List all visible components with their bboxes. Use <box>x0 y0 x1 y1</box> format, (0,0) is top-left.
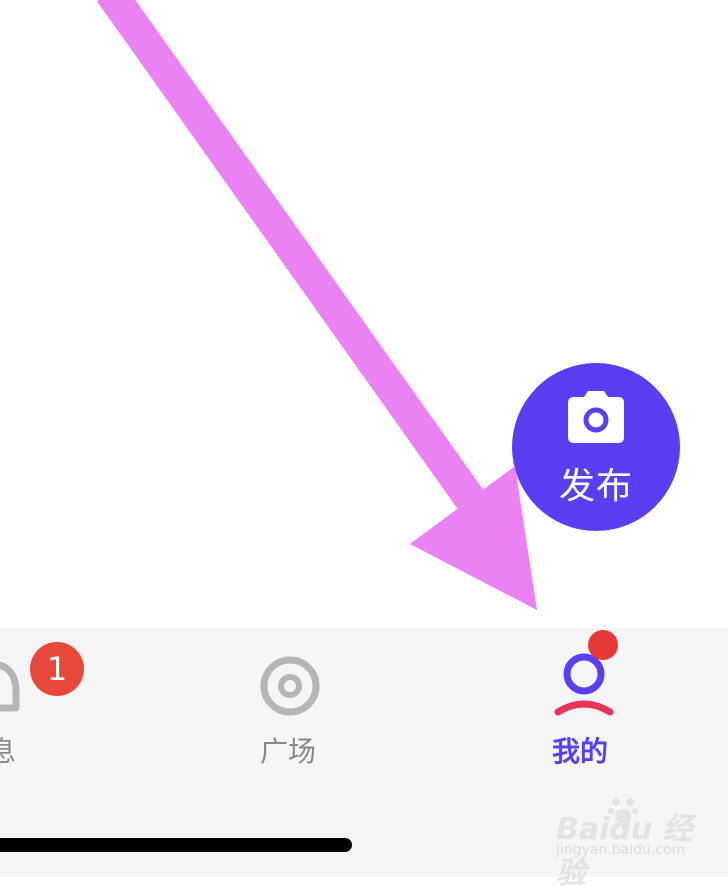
tab-messages[interactable]: 1 息 <box>0 628 100 778</box>
publish-label: 发布 <box>558 466 633 507</box>
notification-dot <box>588 630 618 660</box>
tab-mine[interactable]: 我的 <box>540 628 630 778</box>
tab-square[interactable]: 广场 <box>240 628 340 778</box>
tab-mine-label: 我的 <box>552 735 609 768</box>
publish-button[interactable]: 发布 <box>512 363 680 531</box>
home-indicator[interactable] <box>0 838 352 852</box>
target-icon <box>260 656 320 716</box>
chat-bubble-icon <box>0 661 20 712</box>
main-content <box>0 0 728 628</box>
unread-badge: 1 <box>30 642 84 696</box>
user-icon <box>554 653 614 716</box>
tab-messages-label: 息 <box>0 735 17 768</box>
tab-square-label: 广场 <box>260 735 317 768</box>
watermark-url: jingyan.baidu.com <box>556 842 686 858</box>
camera-icon <box>568 391 624 443</box>
baidu-watermark: Baidu 经验 jingyan.baidu.com <box>556 796 696 891</box>
